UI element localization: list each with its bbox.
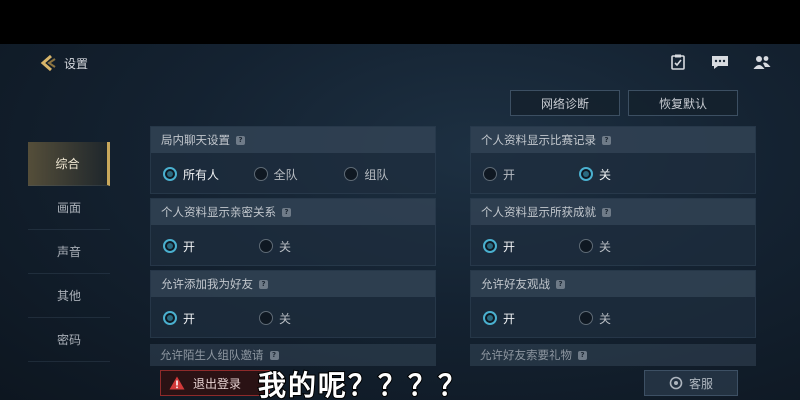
sidebar-item-general[interactable]: 综合 [28,142,110,186]
option-off[interactable]: 关 [259,238,355,255]
setting-allow-add-friend: 允许添加我为好友 ? 开 关 [150,270,436,338]
option-on[interactable]: 开 [163,310,259,327]
option-off[interactable]: 关 [579,238,675,255]
option-off[interactable]: 关 [259,310,355,327]
header-icons [668,52,772,72]
network-diagnosis-button[interactable]: 网络诊断 [510,90,620,116]
setting-show-achievements: 个人资料显示所获成就 ? 开 关 [470,198,756,266]
option-on[interactable]: 开 [163,238,259,255]
radio-selected-icon [483,239,497,253]
help-icon[interactable]: ? [282,207,291,217]
clipboard-check-icon[interactable] [668,52,688,72]
settings-row: 个人资料显示亲密关系 ? 开 关 个人资料显示所获成就 ? 开 关 [150,198,756,266]
option-everyone[interactable]: 所有人 [163,166,254,183]
setting-show-intimacy: 个人资料显示亲密关系 ? 开 关 [150,198,436,266]
friends-icon[interactable] [752,52,772,72]
setting-title: 个人资料显示亲密关系 [161,205,276,219]
option-off[interactable]: 关 [579,166,675,183]
option-off[interactable]: 关 [579,310,675,327]
setting-title: 个人资料显示比赛记录 [481,133,596,147]
option-team[interactable]: 全队 [253,166,345,183]
customer-service-button[interactable]: 客服 [644,370,738,396]
option-on[interactable]: 开 [483,238,579,255]
setting-allow-spectate: 允许好友观战 ? 开 关 [470,270,756,338]
help-icon[interactable]: ? [269,350,279,360]
headset-icon [669,376,683,390]
sidebar-item-password[interactable]: 密码 [28,318,110,362]
help-icon[interactable]: ? [556,279,565,289]
radio-selected-icon [483,311,497,325]
logout-label: 退出登录 [193,376,242,391]
radio-selected-icon [163,311,177,325]
radio-selected-icon [163,167,177,181]
chat-icon[interactable] [710,52,730,72]
settings-grid: 局内聊天设置 ? 所有人 全队 组队 个人资料显示比赛记录 ? 开 关 个人资料… [150,126,756,342]
setting-allow-gift-request: 允许好友索要礼物 ? [470,344,756,366]
setting-title: 局内聊天设置 [161,133,230,147]
help-icon[interactable]: ? [602,135,611,145]
radio-icon [253,167,268,181]
overlay-caption: 我的呢？？？？ [257,368,469,400]
sidebar-item-sound[interactable]: 声音 [28,230,110,274]
settings-row: 局内聊天设置 ? 所有人 全队 组队 个人资料显示比赛记录 ? 开 关 [150,126,756,194]
help-icon[interactable]: ? [259,279,268,289]
radio-icon [579,311,593,325]
setting-title: 个人资料显示所获成就 [481,205,596,219]
radio-icon [483,167,497,181]
radio-icon [259,239,273,253]
setting-show-match-record: 个人资料显示比赛记录 ? 开 关 [470,126,756,194]
setting-title: 允许陌生人组队邀请 [160,348,264,362]
radio-icon [259,311,273,325]
top-action-buttons: 网络诊断 恢复默认 [510,90,738,116]
sidebar: 综合 画面 声音 其他 密码 [28,142,110,362]
settings-row: 允许添加我为好友 ? 开 关 允许好友观战 ? 开 关 [150,270,756,338]
warning-icon [169,376,185,390]
setting-allow-stranger-invite: 允许陌生人组队邀请 ? [150,344,436,366]
back-button[interactable]: 设置 [38,53,88,73]
help-icon[interactable]: ? [578,350,587,360]
restore-default-button[interactable]: 恢复默认 [628,90,738,116]
radio-selected-icon [163,239,177,253]
service-label: 客服 [688,376,713,391]
logout-button[interactable]: 退出登录 [160,370,270,396]
back-chevron-icon [40,54,56,72]
setting-title: 允许好友观战 [481,277,550,291]
radio-selected-icon [579,167,593,181]
radio-icon [579,239,593,253]
partial-settings-row: 允许陌生人组队邀请 ? 允许好友索要礼物 ? [150,344,756,366]
option-on[interactable]: 开 [483,166,579,183]
top-black-bar [0,0,800,44]
sidebar-item-graphics[interactable]: 画面 [28,186,110,230]
help-icon[interactable]: ? [602,207,611,217]
setting-in-game-chat: 局内聊天设置 ? 所有人 全队 组队 [150,126,436,194]
setting-title: 允许添加我为好友 [161,277,253,291]
radio-icon [344,167,359,181]
help-icon[interactable]: ? [236,135,245,145]
option-on[interactable]: 开 [483,310,579,327]
option-party[interactable]: 组队 [344,166,435,183]
page-title: 设置 [64,56,89,71]
setting-title: 允许好友索要礼物 [480,348,572,362]
sidebar-item-other[interactable]: 其他 [28,274,110,318]
settings-screen: 设置 网络诊断 恢复默认 综合 画面 声音 其他 密码 局内聊天设置 ? 所有人… [0,44,800,400]
